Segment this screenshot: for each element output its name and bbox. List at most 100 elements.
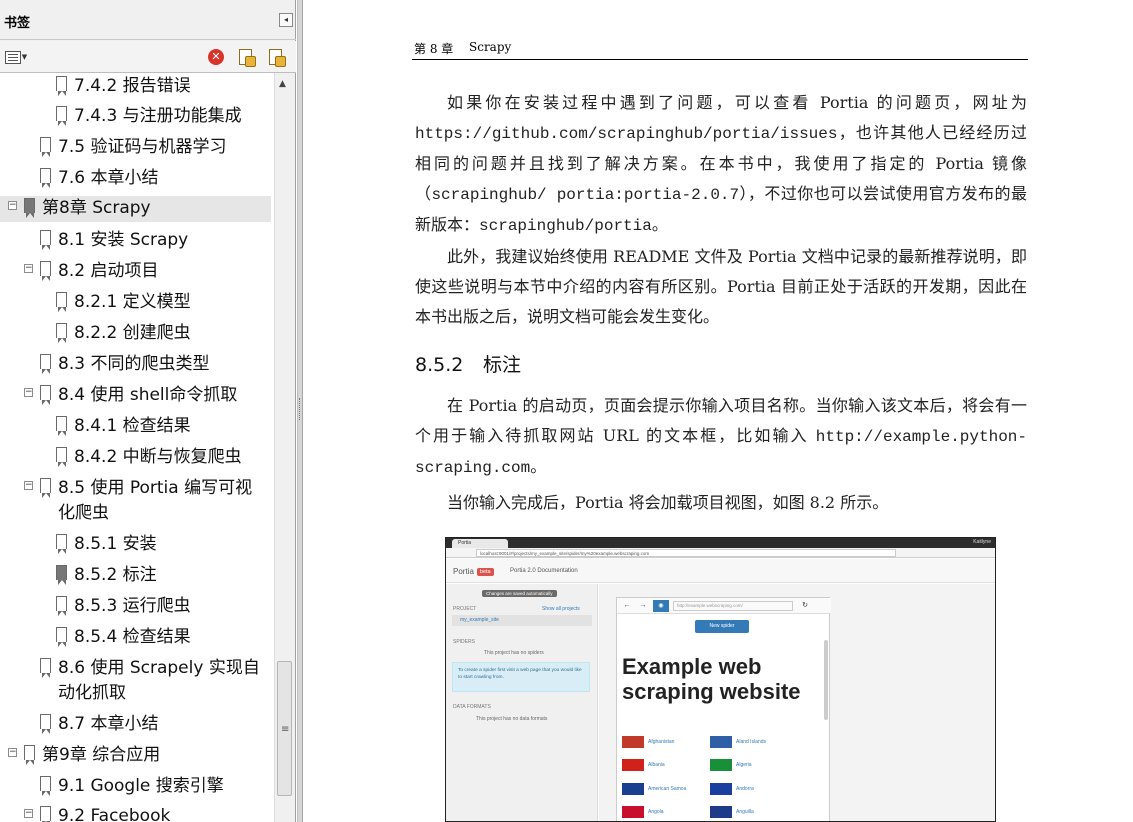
fig-docs-link: Portia 2.0 Documentation <box>510 568 578 574</box>
bookmark-label: 8.2.2 创建爬虫 <box>74 323 191 343</box>
bookmark-label: 8.5.3 运行爬虫 <box>74 596 191 616</box>
bookmark-chapter-8[interactable]: − 第8章 Scrapy <box>0 196 271 222</box>
bookmark-icon <box>56 106 67 126</box>
bookmark-7-4-2[interactable]: 7.4.2 报告错误 <box>0 74 274 100</box>
fig-url: localhost:9001/#/projects/my_example_sit… <box>476 549 896 557</box>
bookmark-label: 8.2 启动项目 <box>58 261 159 281</box>
bookmark-icon <box>56 565 67 585</box>
bookmark-8-6[interactable]: 8.6 使用 Scrapely 实现自动化抓取 <box>0 656 274 708</box>
bookmark-icon <box>40 714 51 734</box>
fig-country: American Samoa <box>622 783 686 795</box>
scroll-up-arrow-icon[interactable]: ▲ <box>279 79 286 89</box>
bookmarks-toolbar: ▼ ✕ <box>0 41 296 73</box>
bookmark-8-4[interactable]: − 8.4 使用 shell命令抓取 <box>0 383 274 409</box>
bookmark-8-2-2[interactable]: 8.2.2 创建爬虫 <box>0 321 274 347</box>
bookmark-7-6[interactable]: 7.6 本章小结 <box>0 166 274 192</box>
bookmark-8-2-1[interactable]: 8.2.1 定义模型 <box>0 290 274 316</box>
fig-flag-icon <box>622 783 644 795</box>
bookmark-icon <box>56 323 67 343</box>
bookmark-8-5-4[interactable]: 8.5.4 检查结果 <box>0 625 274 651</box>
text: 如果你在安装过程中遇到了问题，可以查看 Portia 的问题页，网址为 <box>447 93 1027 112</box>
paragraph-issues: 如果你在安装过程中遇到了问题，可以查看 Portia 的问题页，网址为 https… <box>415 88 1027 241</box>
bookmark-icon <box>56 292 67 312</box>
fig-forward-icon: → <box>639 602 647 609</box>
bookmark-label: 8.5 使用 Portia 编写可视化爬虫 <box>58 478 253 523</box>
bookmark-8-4-2[interactable]: 8.4.2 中断与恢复爬虫 <box>0 445 274 471</box>
bookmark-label: 8.4.1 检查结果 <box>74 416 191 436</box>
fig-app-bar: Portia beta Portia 2.0 Documentation <box>446 559 995 583</box>
fig-show-all: Show all projects <box>542 606 580 612</box>
bookmark-label: 第8章 Scrapy <box>42 198 151 218</box>
bookmark-8-5-1[interactable]: 8.5.1 安装 <box>0 532 274 558</box>
collapse-toggle[interactable]: − <box>24 809 33 818</box>
bookmark-icon <box>40 658 51 678</box>
fig-country-name: American Samoa <box>648 786 687 792</box>
bookmark-8-5-2[interactable]: 8.5.2 标注 <box>0 563 274 589</box>
bookmark-label: 8.5.1 安装 <box>74 534 157 554</box>
fig-spiders-label: SPIDERS <box>453 639 475 645</box>
bookmark-9-2[interactable]: − 9.2 Facebook <box>0 804 274 822</box>
fig-project-name: my_example_site <box>452 615 592 626</box>
bookmark-label: 8.7 本章小结 <box>58 714 159 734</box>
bookmark-label: 8.3 不同的爬虫类型 <box>58 354 210 374</box>
expand-bookmark-icon[interactable] <box>266 48 286 67</box>
bookmark-chapter-9[interactable]: − 第9章 综合应用 <box>0 743 274 769</box>
bookmark-8-5[interactable]: − 8.5 使用 Portia 编写可视化爬虫 <box>0 476 274 528</box>
fig-flag-icon <box>622 736 644 748</box>
collapse-toggle[interactable]: − <box>24 264 33 273</box>
bookmark-label: 8.5.4 检查结果 <box>74 627 191 647</box>
bookmark-9-1[interactable]: 9.1 Google 搜索引擎 <box>0 774 274 800</box>
bookmark-label: 7.6 本章小结 <box>58 168 159 188</box>
fig-flag-icon <box>710 759 732 771</box>
section-number: 8.5.2 <box>415 354 464 376</box>
bookmark-7-5[interactable]: 7.5 验证码与机器学习 <box>0 135 274 161</box>
bookmarks-title: 书签 <box>4 16 31 31</box>
collapse-toggle[interactable]: − <box>24 388 33 397</box>
text: 。 <box>651 215 668 234</box>
collapse-toggle[interactable]: − <box>8 748 17 757</box>
delete-bookmark-icon[interactable]: ✕ <box>207 48 225 66</box>
fig-country-name: Aland Islands <box>736 739 767 745</box>
fig-country-name: Algeria <box>736 762 752 768</box>
fig-browser-url: http://example.webscraping.com/ <box>673 601 793 611</box>
document-page: 第 8 章 Scrapy 如果你在安装过程中遇到了问题，可以查看 Portia … <box>304 0 1133 822</box>
bookmark-8-3[interactable]: 8.3 不同的爬虫类型 <box>0 352 274 378</box>
panel-splitter[interactable] <box>297 0 303 822</box>
bookmark-icon <box>56 534 67 554</box>
bookmark-8-4-1[interactable]: 8.4.1 检查结果 <box>0 414 274 440</box>
bookmarks-header: 书签 ◂ <box>0 0 296 40</box>
fig-country: Aland Islands <box>710 736 766 748</box>
fig-flag-icon <box>622 759 644 771</box>
bookmarks-scrollbar[interactable]: ▲ ≡ <box>274 73 293 822</box>
fig-flag-icon <box>710 736 732 748</box>
bookmark-8-2[interactable]: − 8.2 启动项目 <box>0 259 274 285</box>
fig-country-name: Albania <box>648 762 665 768</box>
bookmark-label: 9.2 Facebook <box>58 806 171 822</box>
fig-saved-badge: Changes are saved automatically <box>482 590 557 597</box>
scrollbar-thumb[interactable]: ≡ <box>277 661 292 796</box>
bookmark-icon <box>56 416 67 436</box>
bookmark-label: 8.4 使用 shell命令抓取 <box>58 385 238 405</box>
figure-screenshot: Portia Kaitlyne localhost:9001/#/project… <box>445 537 996 822</box>
bookmark-label: 9.1 Google 搜索引擎 <box>58 776 224 796</box>
fig-flag-icon <box>710 806 732 818</box>
fig-country: Algeria <box>710 759 752 771</box>
collapse-toggle[interactable]: − <box>8 201 17 210</box>
collapse-toggle[interactable]: − <box>24 481 33 490</box>
bookmark-8-1[interactable]: 8.1 安装 Scrapy <box>0 228 274 254</box>
fig-no-data: This project has no data formats <box>476 716 548 722</box>
collapse-panel-button[interactable]: ◂ <box>279 13 293 27</box>
fig-tab: Portia <box>452 539 508 548</box>
fig-url-bar: localhost:9001/#/projects/my_example_sit… <box>446 548 995 558</box>
bookmark-icon <box>24 198 35 218</box>
fig-country-name: Afghanistan <box>648 739 675 745</box>
bookmark-label: 8.1 安装 Scrapy <box>58 230 189 250</box>
bookmark-8-7[interactable]: 8.7 本章小结 <box>0 712 274 738</box>
bookmark-8-5-3[interactable]: 8.5.3 运行爬虫 <box>0 594 274 620</box>
bookmark-7-4-3[interactable]: 7.4.3 与注册功能集成 <box>0 104 274 130</box>
bookmark-label: 7.4.3 与注册功能集成 <box>74 106 242 126</box>
fig-sidebar: Changes are saved automatically PROJECT … <box>446 584 598 821</box>
options-menu-icon[interactable]: ▼ <box>2 48 30 66</box>
code-image: scrapinghub/ portia:portia-2.0.7 <box>431 186 740 204</box>
new-bookmark-icon[interactable] <box>236 48 256 67</box>
